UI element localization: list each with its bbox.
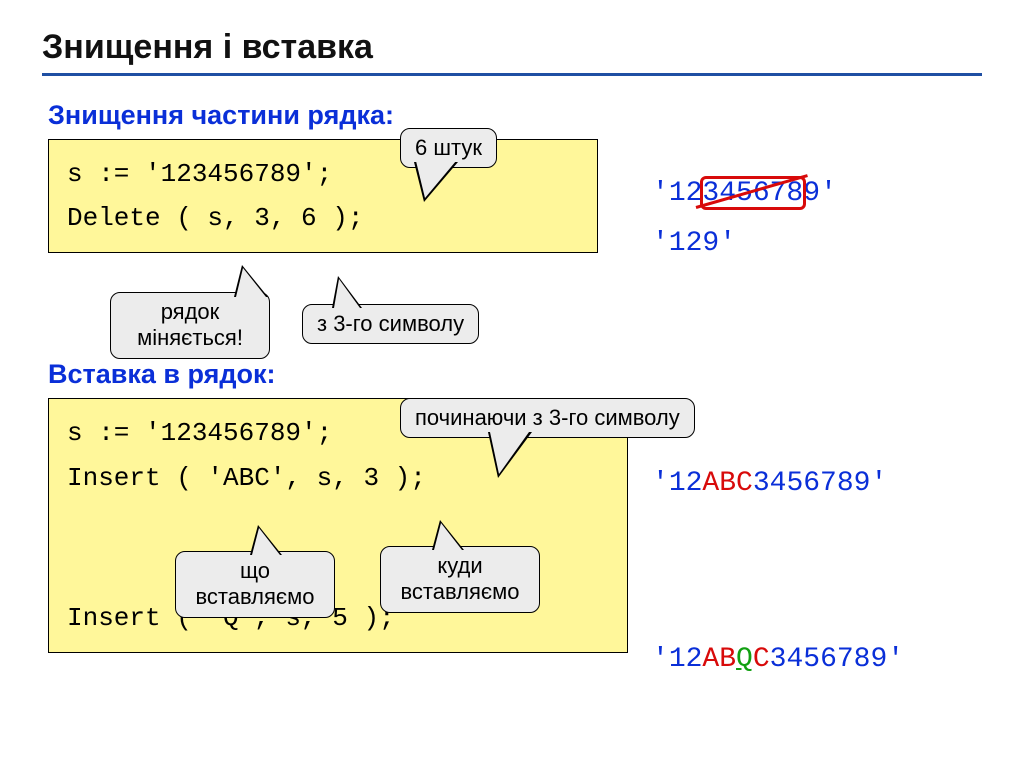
quote: ' [820, 178, 837, 209]
quote: ' [652, 468, 669, 499]
result-suffix: 3456789 [770, 644, 888, 675]
result-prefix: 12 [669, 644, 703, 675]
result-delete-after: '129' [652, 228, 736, 259]
result-inserted: ABC [702, 468, 752, 499]
code-delete: s := '123456789'; Delete ( s, 3, 6 ); [48, 139, 598, 253]
section-delete-heading: Знищення частини рядка: [48, 100, 982, 131]
result-ab: AB [702, 644, 736, 675]
quote: ' [887, 644, 904, 675]
quote: ' [652, 178, 669, 209]
callout-row-changes: рядок міняється! [110, 292, 270, 359]
result-insert-1: '12ABC3456789' [652, 468, 887, 499]
result-prefix: 12 [669, 468, 703, 499]
quote: ' [870, 468, 887, 499]
callout-where-insert: куди вставляємо [380, 546, 540, 613]
code-delete-line-1: s := '123456789'; [67, 152, 579, 196]
quote: ' [652, 644, 669, 675]
result-q: Q [736, 644, 753, 675]
callout-starting-3rd: починаючи з 3-го символу [400, 398, 695, 438]
result-suffix: 3456789 [753, 468, 871, 499]
callout-what-insert: що вставляємо [175, 551, 335, 618]
result-c: C [753, 644, 770, 675]
result-insert-2: '12ABQC3456789' [652, 644, 904, 675]
title-rule [42, 73, 982, 76]
section-insert-heading: Вставка в рядок: [48, 359, 982, 390]
slide-title: Знищення і вставка [42, 28, 982, 67]
callout-from-3rd: з 3-го символу [302, 304, 479, 344]
code-delete-line-2: Delete ( s, 3, 6 ); [67, 196, 579, 240]
